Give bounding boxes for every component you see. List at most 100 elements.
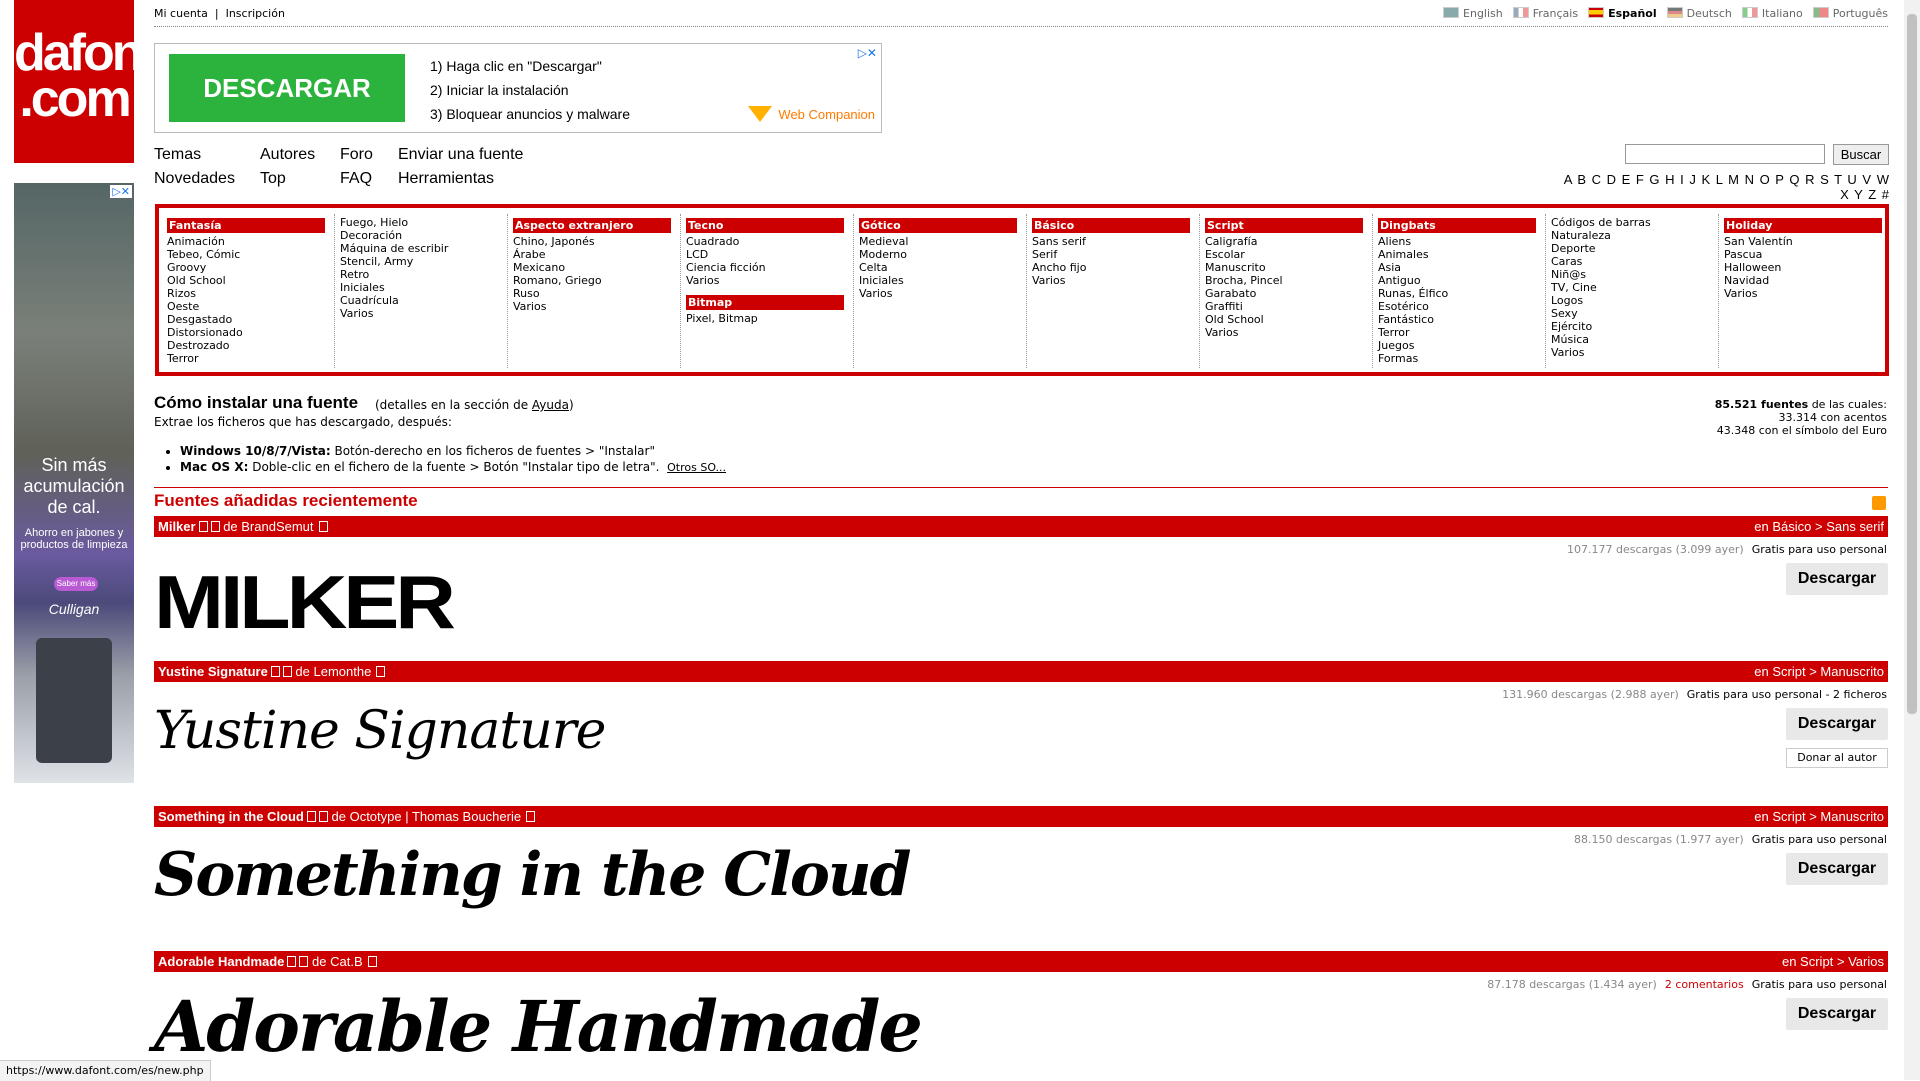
search-button[interactable]: Buscar (1833, 144, 1889, 165)
category-link[interactable]: Sans serif (1032, 235, 1192, 248)
category-link[interactable]: Groovy (167, 261, 327, 274)
download-button[interactable]: Descargar (1786, 853, 1888, 885)
ad-banner[interactable]: DESCARGAR 1) Haga clic en "Descargar" 2)… (154, 43, 882, 133)
category-link[interactable]: Ruso (513, 287, 673, 300)
category-link[interactable]: Rizos (167, 287, 327, 300)
category-link[interactable]: Deporte (1551, 242, 1711, 255)
category-link[interactable]: TV, Cine (1551, 281, 1711, 294)
font-preview[interactable]: Something in the Cloud (154, 840, 911, 910)
category-link[interactable]: Códigos de barras (1551, 216, 1711, 229)
lang-italian[interactable]: Italiano (1741, 7, 1803, 20)
category-heading[interactable]: Bitmap (686, 295, 844, 310)
category-heading[interactable]: Gótico (859, 218, 1017, 233)
category-link[interactable]: Antiguo (1378, 274, 1538, 287)
category-link[interactable]: Juegos (1378, 339, 1538, 352)
category-link[interactable]: Manuscrito (1205, 261, 1365, 274)
download-button[interactable]: Descargar (1786, 708, 1888, 740)
category-link[interactable]: Árabe (513, 248, 673, 261)
category-link[interactable]: Destrozado (167, 339, 327, 352)
category-link[interactable]: Logos (1551, 294, 1711, 307)
category-link[interactable]: Medieval (859, 235, 1019, 248)
nav-foro[interactable]: Foro (340, 146, 373, 164)
nav-temas[interactable]: Temas (154, 146, 201, 164)
nav-autores[interactable]: Autores (260, 146, 315, 164)
category-link[interactable]: Serif (1032, 248, 1192, 261)
category-link[interactable]: Escolar (1205, 248, 1365, 261)
category-link[interactable]: Varios (686, 274, 846, 287)
category-link[interactable]: Retro (340, 268, 500, 281)
font-category-link[interactable]: en Script > Varios (1782, 951, 1884, 972)
category-link[interactable]: Aliens (1378, 235, 1538, 248)
category-link[interactable]: Ejército (1551, 320, 1711, 333)
lang-spanish[interactable]: Español (1588, 7, 1657, 20)
font-name-link[interactable]: Milker (158, 519, 196, 534)
category-link[interactable]: Terror (1378, 326, 1538, 339)
nav-top[interactable]: Top (260, 170, 286, 188)
category-link[interactable]: Formas (1378, 352, 1538, 365)
ad-download-button[interactable]: DESCARGAR (169, 54, 405, 122)
category-link[interactable]: Máquina de escribir (340, 242, 500, 255)
lang-german[interactable]: Deutsch (1666, 7, 1732, 20)
category-link[interactable]: Varios (1551, 346, 1711, 359)
category-link[interactable]: Oeste (167, 300, 327, 313)
category-heading[interactable]: Script (1205, 218, 1363, 233)
category-link[interactable]: Stencil, Army (340, 255, 500, 268)
font-name-link[interactable]: Something in the Cloud (158, 809, 304, 824)
category-link[interactable]: Old School (167, 274, 327, 287)
category-link[interactable]: Pascua (1724, 248, 1884, 261)
category-link[interactable]: Decoración (340, 229, 500, 242)
adchoices-icon[interactable]: ▷✕ (110, 185, 132, 198)
nav-faq[interactable]: FAQ (340, 170, 372, 188)
external-link-icon[interactable] (526, 811, 536, 822)
font-preview[interactable]: Yustine Signature (154, 701, 606, 761)
category-link[interactable]: Mexicano (513, 261, 673, 274)
category-link[interactable]: Fuego, Hielo (340, 216, 500, 229)
category-link[interactable]: Música (1551, 333, 1711, 346)
scrollbar-thumb[interactable] (1907, 14, 1917, 714)
category-link[interactable]: LCD (686, 248, 846, 261)
external-link-icon[interactable] (376, 666, 386, 677)
category-link[interactable]: Chino, Japonés (513, 235, 673, 248)
search-input[interactable] (1625, 144, 1825, 164)
category-link[interactable]: Old School (1205, 313, 1365, 326)
category-link[interactable]: Varios (513, 300, 673, 313)
author-link[interactable]: BrandSemut (241, 519, 313, 534)
category-link[interactable]: Iniciales (859, 274, 1019, 287)
category-link[interactable]: Naturaleza (1551, 229, 1711, 242)
category-link[interactable]: Brocha, Pincel (1205, 274, 1365, 287)
alphabet-index[interactable]: A B C D E F G H I J K L M N O P Q R S T … (1560, 172, 1890, 202)
author-link[interactable]: Octotype | Thomas Boucherie (350, 809, 522, 824)
category-link[interactable]: Pixel, Bitmap (686, 312, 846, 325)
category-link[interactable]: Animales (1378, 248, 1538, 261)
category-link[interactable]: Garabato (1205, 287, 1365, 300)
font-category-link[interactable]: en Script > Manuscrito (1754, 661, 1884, 682)
category-link[interactable]: Varios (1032, 274, 1192, 287)
category-heading[interactable]: Dingbats (1378, 218, 1536, 233)
other-os-link[interactable]: Otros SO... (667, 461, 726, 474)
external-link-icon[interactable] (367, 956, 377, 967)
side-ad[interactable]: ▷✕ Sin más acumulación de cal. Ahorro en… (14, 183, 134, 783)
category-heading[interactable]: Básico (1032, 218, 1190, 233)
category-link[interactable]: Romano, Griego (513, 274, 673, 287)
author-link[interactable]: Lemonthe (314, 664, 372, 679)
category-link[interactable]: Celta (859, 261, 1019, 274)
my-account-link[interactable]: Mi cuenta (154, 7, 208, 20)
category-link[interactable]: Ciencia ficción (686, 261, 846, 274)
category-link[interactable]: Runas, Élfico (1378, 287, 1538, 300)
font-name-link[interactable]: Yustine Signature (158, 664, 268, 679)
font-category-link[interactable]: en Script > Manuscrito (1754, 806, 1884, 827)
font-preview[interactable]: Adorable Handmade (154, 985, 923, 1068)
category-heading[interactable]: Holiday (1724, 218, 1882, 233)
rss-icon[interactable] (1872, 496, 1886, 510)
category-link[interactable]: Caras (1551, 255, 1711, 268)
category-link[interactable]: Varios (340, 307, 500, 320)
category-link[interactable]: Caligrafía (1205, 235, 1365, 248)
category-link[interactable]: Fantástico (1378, 313, 1538, 326)
category-link[interactable]: Ancho fijo (1032, 261, 1192, 274)
category-link[interactable]: Varios (1724, 287, 1884, 300)
category-link[interactable]: Desgastado (167, 313, 327, 326)
category-link[interactable]: Sexy (1551, 307, 1711, 320)
nav-novedades[interactable]: Novedades (154, 170, 235, 188)
lang-english[interactable]: English (1443, 7, 1503, 20)
category-link[interactable]: Graffiti (1205, 300, 1365, 313)
